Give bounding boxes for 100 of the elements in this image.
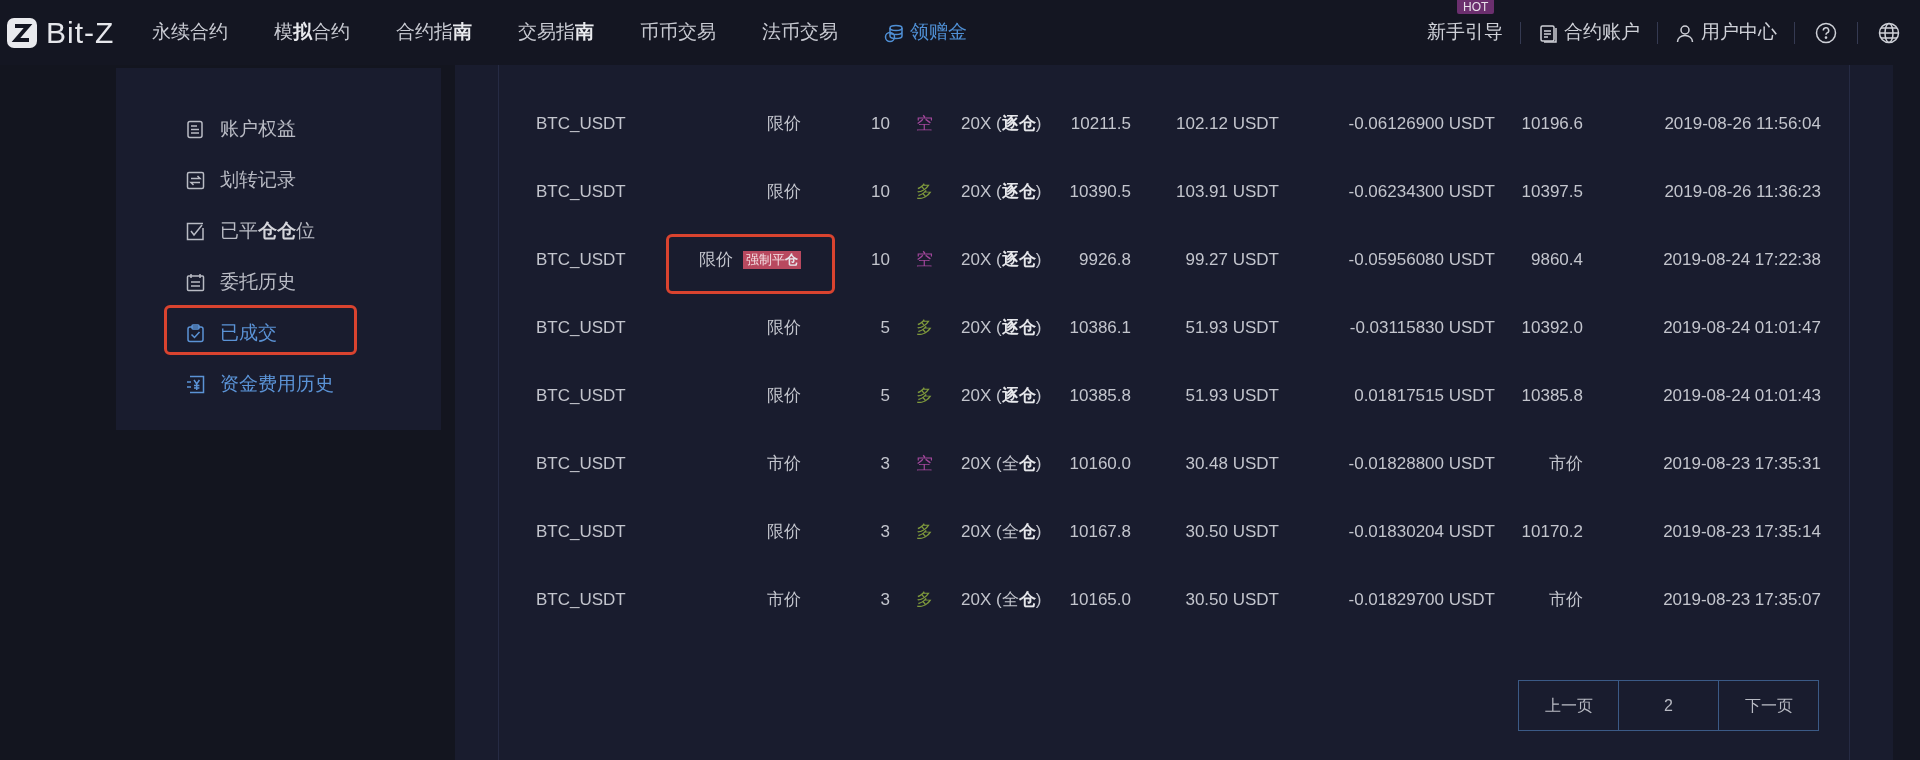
sidebar-item[interactable]: 资金费用历史	[116, 359, 441, 410]
table-cell-text: 10	[870, 249, 890, 272]
table-cell-text: 10160.0	[1068, 453, 1131, 476]
sidebar-item[interactable]: 已平仓仓位	[116, 206, 441, 257]
table-cell-text: 2019-08-24 01:01:43	[1662, 385, 1821, 408]
table-cell-text: 20X (逐仓)	[960, 317, 1043, 340]
table-cell-text: 51.93 USDT	[1184, 317, 1279, 340]
table-cell-text: 10392.0	[1520, 317, 1583, 340]
user-icon	[1675, 22, 1695, 43]
table-cell-text: -0.01829700 USDT	[1347, 589, 1495, 612]
nav-link[interactable]: 合约指南	[396, 18, 473, 47]
table-cell-text: 空	[914, 453, 934, 476]
table-cell-text: 多	[914, 385, 934, 408]
table-cell-text: -0.01828800 USDT	[1347, 453, 1495, 476]
table-cell-text: 多	[914, 181, 934, 204]
nav-link[interactable]: 用户中心	[1658, 0, 1794, 65]
nav-link[interactable]: 合约账户	[1521, 0, 1657, 65]
table-cell-text: 限价	[699, 249, 733, 272]
nav-link[interactable]: 币币交易	[640, 18, 717, 47]
hot-badge: HOT	[1457, 0, 1495, 14]
table-cell-text: 空	[914, 113, 934, 136]
table-cell-text: 市价	[1548, 453, 1583, 476]
table-cell-text: -0.06126900 USDT	[1347, 113, 1495, 136]
table-cell-text: 20X (逐仓)	[960, 385, 1043, 408]
previous-page-button[interactable]: 上一页	[1518, 680, 1619, 731]
table-cell-text: BTC_USDT	[536, 589, 627, 612]
table-cell-text: 20X (全仓)	[960, 521, 1043, 544]
sidebar-item[interactable]: 已成交	[116, 308, 441, 359]
table-cell-text: 102.12 USDT	[1175, 113, 1279, 136]
table-cell-text: 99.27 USDT	[1184, 249, 1279, 272]
nav-link[interactable]: 交易指南	[518, 18, 595, 47]
sidebar-item[interactable]: 账户权益	[116, 104, 441, 155]
table-cell-text: 20X (全仓)	[960, 589, 1043, 612]
table-cell-text: BTC_USDT	[536, 181, 627, 204]
table-cell-text: 20X (逐仓)	[960, 181, 1043, 204]
table-cell-text: 空	[914, 249, 934, 272]
table-cell-text: 10211.5	[1069, 113, 1131, 136]
table-cell-text: 10	[870, 113, 890, 136]
table-cell-text: 3	[879, 589, 890, 612]
table-cell-text: 限价	[767, 317, 801, 340]
table-cell-text: 5	[879, 317, 890, 340]
sidebar-item[interactable]: 委托历史	[116, 257, 441, 308]
table-cell-text: -0.03115830 USDT	[1348, 317, 1495, 340]
table-cell-text: 多	[914, 521, 934, 544]
table-cell-text: 市价	[767, 453, 801, 476]
nav-link[interactable]: HOT 新手引导	[1410, 0, 1520, 65]
table-cell-text: 市价	[1548, 589, 1583, 612]
table-cell-text: 10167.8	[1068, 521, 1131, 544]
table-cell-text: BTC_USDT	[536, 113, 627, 136]
logo-icon	[6, 16, 38, 49]
table-cell-text: 2019-08-23 17:35:07	[1662, 589, 1821, 612]
nav-link[interactable]: 领赠金	[884, 18, 968, 47]
table-cell-text: BTC_USDT	[536, 521, 627, 544]
page-number-button[interactable]: 2	[1618, 680, 1719, 731]
table-cell-text: 20X (逐仓)	[960, 249, 1043, 272]
table-cell-text: 9926.8	[1078, 249, 1131, 272]
table-cell-text: 20X (全仓)	[960, 453, 1043, 476]
next-page-button[interactable]: 下一页	[1718, 680, 1819, 731]
brand-name: Bit-Z	[46, 15, 115, 51]
table-cell-text: 2019-08-26 11:36:23	[1663, 181, 1821, 204]
table-cell-text: 3	[879, 453, 890, 476]
table-cell-text: 2019-08-23 17:35:14	[1662, 521, 1821, 544]
table-cell-text: 0.01817515 USDT	[1353, 385, 1495, 408]
nav-link[interactable]: 法币交易	[762, 18, 839, 47]
table-cell-text: 2019-08-23 17:35:31	[1662, 453, 1821, 476]
table-cell-text: 限价	[767, 113, 801, 136]
table-cell-text: BTC_USDT	[536, 317, 627, 340]
table-cell-text: 限价	[767, 385, 801, 408]
table-cell-text: 限价	[767, 521, 801, 544]
nav-link[interactable]: 模拟合约	[274, 18, 351, 47]
table-cell-text: 10196.6	[1520, 113, 1583, 136]
table-cell-text: 10170.2	[1520, 521, 1583, 544]
table-cell-text: BTC_USDT	[536, 385, 627, 408]
table-cell-text: 限价	[767, 181, 801, 204]
table-cell-text: -0.06234300 USDT	[1347, 181, 1495, 204]
table-cell-text: 10386.1	[1068, 317, 1131, 340]
sidebar-item[interactable]: 划转记录	[116, 155, 441, 206]
table-cell-text: 10397.5	[1520, 181, 1583, 204]
table-cell-text: 30.50 USDT	[1184, 589, 1279, 612]
table-cell-text: 多	[914, 317, 934, 340]
nav-link[interactable]: 永续合约	[152, 18, 229, 47]
table-cell-text: 5	[879, 385, 890, 408]
table-cell-text: 51.93 USDT	[1184, 385, 1279, 408]
table-cell-text: -0.01830204 USDT	[1347, 521, 1495, 544]
table-cell-text: BTC_USDT	[536, 249, 627, 272]
table-cell-text: 103.91 USDT	[1175, 181, 1279, 204]
table-cell-text: 30.50 USDT	[1184, 521, 1279, 544]
table-cell-text: BTC_USDT	[536, 453, 627, 476]
table-cell-text: -0.05956080 USDT	[1347, 249, 1495, 272]
table-cell-text: 2019-08-24 01:01:47	[1662, 317, 1821, 340]
table-cell-text: 30.48 USDT	[1184, 453, 1279, 476]
table-cell-text: 2019-08-26 11:56:04	[1663, 113, 1821, 136]
table-cell-text: 市价	[767, 589, 801, 612]
table-cell-text: 10165.0	[1068, 589, 1131, 612]
table-cell-text: 10	[870, 181, 890, 204]
table-cell-text: 3	[879, 521, 890, 544]
table-cell-text: 9860.4	[1530, 249, 1583, 272]
globe-icon	[1878, 21, 1900, 44]
table-cell-text: 多	[914, 589, 934, 612]
table-cell-text: 20X (逐仓)	[960, 113, 1043, 136]
